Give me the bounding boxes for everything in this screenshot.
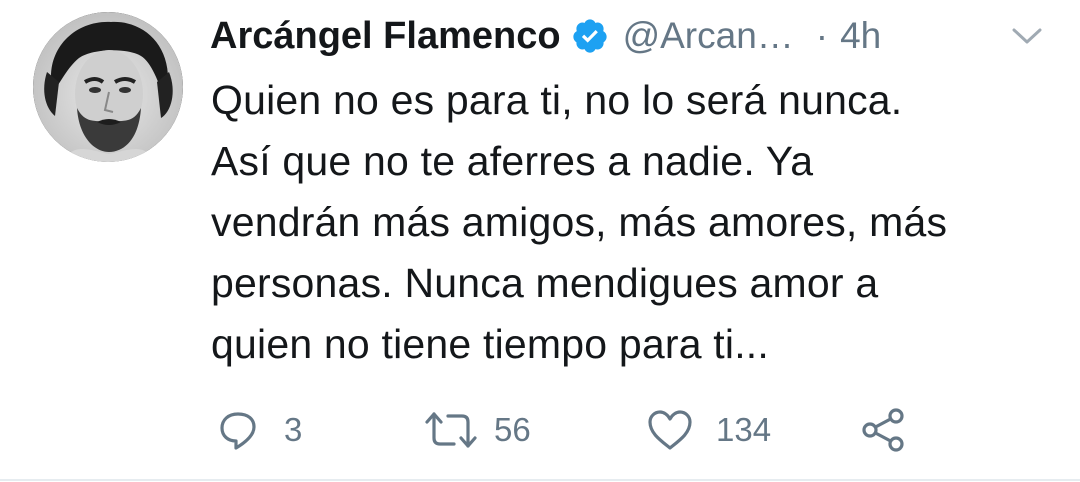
tweet-header: Arcángel Flamenco @Arcan… · 4h (210, 8, 881, 64)
verified-badge-icon (571, 17, 609, 55)
retweet-icon (424, 408, 478, 452)
avatar[interactable] (33, 12, 183, 162)
reply-icon (216, 408, 260, 452)
separator-dot: · (815, 15, 829, 56)
tweet-actions: 3 56 134 (0, 400, 1080, 460)
heart-icon (646, 408, 694, 452)
timestamp[interactable]: 4h (840, 15, 881, 57)
tweet[interactable]: Arcángel Flamenco @Arcan… · 4h Quien no … (0, 0, 1080, 482)
retweet-button[interactable]: 56 (424, 400, 531, 460)
reply-count: 3 (284, 411, 303, 448)
like-count: 134 (716, 411, 772, 448)
share-button[interactable] (860, 400, 908, 460)
author-handle[interactable]: @Arcan… (623, 15, 794, 57)
tweet-text: Quien no es para ti, no lo será nunca. A… (211, 77, 948, 367)
reply-button[interactable]: 3 (216, 400, 302, 460)
divider (0, 479, 1080, 481)
chevron-down-icon[interactable] (1010, 22, 1044, 50)
profile-photo-icon (33, 12, 183, 162)
retweet-count: 56 (494, 411, 531, 448)
author-name[interactable]: Arcángel Flamenco (210, 15, 561, 58)
like-button[interactable]: 134 (646, 400, 771, 460)
share-icon (860, 406, 908, 454)
